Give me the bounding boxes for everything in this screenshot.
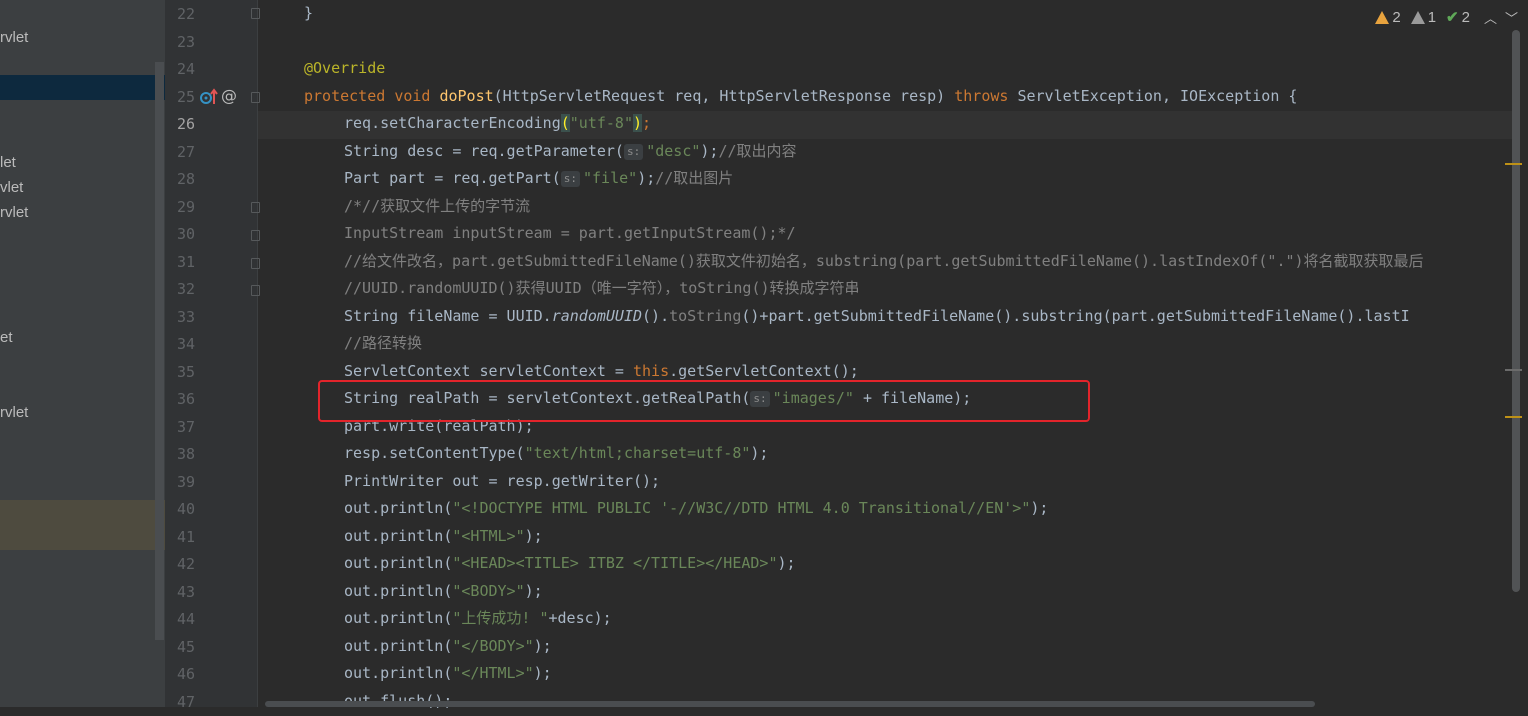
warnings-indicator[interactable]: 2 [1375, 8, 1401, 26]
line-number: 33 [176, 308, 195, 326]
tree-item[interactable]: rvlet [0, 200, 28, 225]
tree-item[interactable]: rvlet [0, 25, 28, 50]
param-hint: s: [560, 171, 580, 187]
at-annotation-icon[interactable]: @ [221, 86, 237, 105]
line-number: 35 [176, 363, 195, 381]
code-line-33[interactable]: String fileName = UUID.randomUUID().toSt… [344, 303, 1410, 331]
warning-stripe-marker[interactable] [1505, 416, 1522, 418]
project-tool-window: rvlet let vlet rvlet et rvlet [0, 0, 165, 707]
tree-item[interactable]: et [0, 325, 13, 350]
line-number: 38 [176, 445, 195, 463]
gutter-divider [257, 0, 258, 707]
weak-warnings-indicator[interactable]: 1 [1410, 8, 1437, 26]
code-line-34[interactable]: //路径转换 [344, 330, 422, 358]
code-line-41[interactable]: out.println("<HTML>"); [344, 523, 543, 551]
code-line-24[interactable]: @Override [304, 55, 385, 83]
stripe-marker[interactable] [1505, 369, 1522, 371]
line-number: 37 [176, 418, 195, 436]
code-line-43[interactable]: out.println("<BODY>"); [344, 578, 543, 606]
tree-item-highlight [0, 500, 165, 550]
code-line-40[interactable]: out.println("<!DOCTYPE HTML PUBLIC '-//W… [344, 495, 1048, 523]
line-number: 41 [176, 528, 195, 546]
weak-warning-icon [1410, 10, 1425, 24]
line-number: 47 [176, 693, 195, 711]
code-line-30[interactable]: InputStream inputStream = part.getInputS… [344, 220, 796, 248]
selected-tree-item-highlight [0, 75, 165, 100]
code-line-32[interactable]: //UUID.randomUUID()获得UUID（唯一字符），toString… [344, 275, 860, 303]
fold-marker-icon[interactable] [251, 202, 260, 213]
chevron-down-icon[interactable]: ﹀ [1505, 8, 1518, 27]
weak-warnings-count: 1 [1427, 8, 1437, 26]
code-line-28[interactable]: Part part = req.getPart(s: "file");//取出图片 [344, 165, 733, 193]
param-hint: s: [623, 144, 644, 160]
code-line-22[interactable]: } [304, 0, 313, 28]
fold-marker-icon[interactable] [251, 230, 260, 241]
warnings-count: 2 [1392, 8, 1401, 26]
line-number: 40 [176, 500, 195, 518]
line-number: 36 [176, 390, 195, 408]
warning-stripe-marker[interactable] [1505, 163, 1522, 165]
fold-marker-icon[interactable] [251, 8, 260, 19]
typo-check-icon: ✔ [1446, 9, 1459, 26]
code-line-29[interactable]: /*//获取文件上传的字节流 [344, 193, 530, 221]
line-number: 30 [176, 225, 195, 243]
highlight-annotation-box [318, 380, 1090, 422]
code-line-39[interactable]: PrintWriter out = resp.getWriter(); [344, 468, 660, 496]
override-up-arrow-icon[interactable] [199, 88, 219, 106]
fold-marker-icon[interactable] [251, 285, 260, 296]
line-number: 23 [176, 33, 195, 51]
typos-count: 2 [1461, 8, 1470, 26]
tree-item[interactable]: vlet [0, 175, 23, 200]
line-number: 42 [176, 555, 195, 573]
line-number: 29 [176, 198, 195, 216]
line-number: 39 [176, 473, 195, 491]
line-number: 45 [176, 638, 195, 656]
tree-item[interactable]: let [0, 150, 16, 175]
code-line-26[interactable]: req.setCharacterEncoding("utf-8"); [344, 110, 651, 138]
line-number: 22 [176, 5, 195, 23]
code-line-42[interactable]: out.println("<HEAD><TITLE> ITBZ </TITLE>… [344, 550, 796, 578]
code-line-38[interactable]: resp.setContentType("text/html;charset=u… [344, 440, 768, 468]
code-line-44[interactable]: out.println("上传成功! "+desc); [344, 605, 612, 633]
line-number: 43 [176, 583, 195, 601]
sidebar-scrollbar[interactable] [155, 62, 164, 640]
fold-marker-icon[interactable] [251, 92, 260, 103]
line-number: 44 [176, 610, 195, 628]
line-number: 46 [176, 665, 195, 683]
line-number: 24 [176, 60, 195, 78]
code-line-45[interactable]: out.println("</BODY>"); [344, 633, 552, 661]
code-line-46[interactable]: out.println("</HTML>"); [344, 660, 552, 688]
code-line-25[interactable]: protected void doPost(HttpServletRequest… [304, 83, 1297, 111]
code-line-31[interactable]: //给文件改名，part.getSubmittedFileName()获取文件初… [344, 248, 1424, 276]
code-line-27[interactable]: String desc = req.getParameter(s: "desc")… [344, 138, 797, 166]
chevron-up-icon[interactable]: ︿ [1484, 8, 1497, 27]
line-number: 27 [176, 143, 195, 161]
line-number: 28 [176, 170, 195, 188]
editor-vertical-scrollbar[interactable] [1512, 30, 1520, 592]
line-number: 25 [176, 88, 195, 106]
line-number-current: 26 [176, 115, 195, 133]
line-number: 34 [176, 335, 195, 353]
line-number: 32 [176, 280, 195, 298]
tree-item[interactable]: rvlet [0, 400, 28, 425]
typos-indicator[interactable]: ✔ 2 [1446, 8, 1470, 27]
warning-icon [1375, 10, 1390, 24]
line-number: 31 [176, 253, 195, 271]
editor-horizontal-scrollbar[interactable] [265, 701, 1315, 707]
fold-marker-icon[interactable] [251, 258, 260, 269]
inspection-widget[interactable]: 2 1 ✔ 2 ︿ ﹀ [1375, 6, 1518, 28]
